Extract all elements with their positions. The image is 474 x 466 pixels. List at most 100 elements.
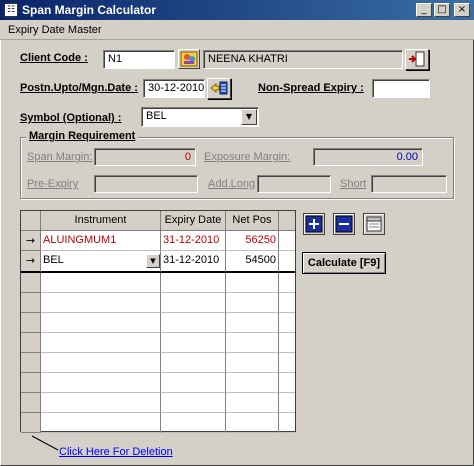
empty-cell[interactable] — [279, 293, 295, 313]
empty-cell[interactable] — [41, 293, 161, 313]
row-indicator[interactable] — [21, 393, 41, 413]
short-label: Short — [340, 178, 367, 190]
empty-cell[interactable] — [279, 373, 295, 393]
empty-cell[interactable] — [41, 273, 161, 293]
row-net-pos[interactable]: 56250 — [226, 231, 279, 251]
empty-cell[interactable] — [161, 373, 226, 393]
empty-cell[interactable] — [279, 313, 295, 333]
row-indicator[interactable] — [21, 273, 41, 293]
empty-cell[interactable] — [226, 333, 279, 353]
empty-cell[interactable] — [279, 273, 295, 293]
people-search-icon — [180, 51, 198, 67]
row-instrument[interactable]: ALUINGMUM1 — [41, 231, 161, 251]
row-indicator[interactable] — [21, 413, 41, 433]
row-net-pos[interactable]: 54500 — [226, 251, 279, 273]
empty-cell[interactable] — [41, 313, 161, 333]
client-search-button[interactable] — [178, 49, 200, 69]
empty-cell[interactable] — [226, 413, 279, 433]
chevron-down-icon[interactable]: ▼ — [241, 109, 257, 125]
header-net-pos[interactable]: Net Pos — [226, 211, 279, 231]
empty-cell[interactable] — [41, 353, 161, 373]
empty-cell[interactable] — [41, 373, 161, 393]
exposure-margin-label: Exposure Margin: — [204, 151, 291, 163]
non-spread-expiry-input[interactable] — [372, 79, 430, 98]
calendar-icon — [210, 81, 228, 95]
row-indicator[interactable] — [21, 293, 41, 313]
calculate-button[interactable]: Calculate [F9] — [302, 252, 386, 274]
empty-cell[interactable] — [161, 393, 226, 413]
empty-cell[interactable] — [279, 393, 295, 413]
minus-icon — [335, 215, 353, 233]
span-margin-field: 0 — [94, 148, 196, 166]
empty-cell[interactable] — [161, 313, 226, 333]
clear-grid-button[interactable] — [363, 213, 385, 235]
row-expiry-date[interactable]: 31-12-2010 — [161, 251, 226, 273]
row-indicator[interactable] — [21, 313, 41, 333]
grid-corner — [21, 211, 41, 231]
empty-cell[interactable] — [161, 273, 226, 293]
empty-cell[interactable] — [161, 353, 226, 373]
row-filler — [279, 251, 295, 273]
header-expiry-date[interactable]: Expiry Date — [161, 211, 226, 231]
span-margin-label: Span Margin: — [27, 151, 93, 163]
add-long-label: Add.Long — [208, 178, 256, 190]
empty-cell[interactable] — [41, 413, 161, 433]
row-indicator[interactable] — [21, 333, 41, 353]
maximize-button[interactable]: □ — [434, 3, 450, 17]
row-instrument-dropdown[interactable]: BEL — [41, 251, 161, 273]
empty-cell[interactable] — [226, 373, 279, 393]
add-row-button[interactable] — [303, 213, 325, 235]
symbol-selected-value: BEL — [146, 110, 167, 122]
exit-door-icon — [409, 51, 425, 67]
empty-cell[interactable] — [226, 273, 279, 293]
empty-cell[interactable] — [226, 353, 279, 373]
header-instrument[interactable]: Instrument — [41, 211, 161, 231]
chevron-down-icon[interactable]: ▼ — [146, 254, 160, 268]
client-exit-button[interactable] — [405, 49, 429, 70]
client-name-field: NEENA KHATRI — [203, 50, 403, 69]
header-filler — [279, 211, 295, 231]
empty-cell[interactable] — [279, 333, 295, 353]
postn-date-input[interactable]: 30-12-2010 — [143, 79, 205, 98]
empty-cell[interactable] — [279, 353, 295, 373]
non-spread-expiry-label: Non-Spread Expiry : — [258, 82, 364, 94]
row-filler — [279, 231, 295, 251]
empty-cell[interactable] — [161, 413, 226, 433]
short-field — [371, 175, 447, 193]
row-expiry-date[interactable]: 31-12-2010 — [161, 231, 226, 251]
exposure-margin-field: 0.00 — [313, 148, 423, 166]
menu-expiry-date-master[interactable]: Expiry Date Master — [8, 24, 102, 36]
minimize-button[interactable]: _ — [416, 3, 432, 17]
empty-cell[interactable] — [279, 413, 295, 433]
empty-cell[interactable] — [226, 313, 279, 333]
row-instrument: BEL — [43, 254, 64, 266]
row-indicator-icon[interactable]: → — [21, 231, 41, 251]
document-icon — [366, 216, 382, 232]
add-long-field — [257, 175, 331, 193]
empty-cell[interactable] — [226, 393, 279, 413]
margin-requirement-title: Margin Requirement — [26, 130, 139, 142]
empty-cell[interactable] — [161, 333, 226, 353]
pointer-line-icon — [31, 435, 59, 451]
instrument-grid[interactable]: Instrument Expiry Date Net Pos → ALUINGM… — [20, 210, 296, 433]
window-title: Span Margin Calculator — [22, 3, 157, 17]
calendar-button[interactable] — [207, 78, 231, 99]
symbol-label: Symbol (Optional) : — [20, 112, 122, 124]
postn-upto-label: Postn.Upto/Mgn.Date : — [20, 82, 138, 94]
row-indicator-icon[interactable]: → — [21, 251, 41, 273]
empty-cell[interactable] — [41, 333, 161, 353]
pre-expiry-label: Pre-Expiry — [27, 178, 79, 190]
deletion-link[interactable]: Click Here For Deletion — [59, 446, 173, 458]
remove-row-button[interactable] — [333, 213, 355, 235]
plus-icon — [305, 215, 323, 233]
client-code-input[interactable]: N1 — [103, 50, 175, 69]
row-indicator[interactable] — [21, 373, 41, 393]
client-code-label: Client Code : — [20, 52, 88, 64]
empty-cell[interactable] — [161, 293, 226, 313]
empty-cell[interactable] — [226, 293, 279, 313]
close-button[interactable]: × — [454, 3, 470, 17]
empty-cell[interactable] — [41, 393, 161, 413]
app-icon: ☷ — [4, 3, 18, 17]
row-indicator[interactable] — [21, 353, 41, 373]
pre-expiry-field — [94, 175, 198, 193]
